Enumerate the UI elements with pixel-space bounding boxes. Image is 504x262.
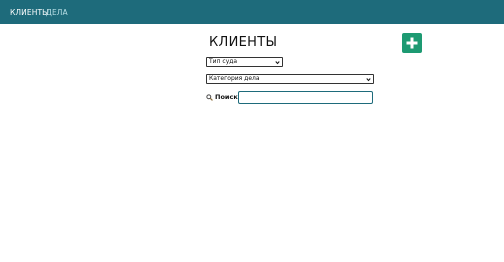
- court-type-select[interactable]: Тип суда: [206, 57, 283, 67]
- chevron-down-icon: [366, 78, 371, 82]
- chevron-down-icon: [275, 61, 280, 65]
- nav-item-clients[interactable]: КЛИЕНТЫ: [10, 8, 49, 17]
- search-icon: [206, 94, 213, 101]
- search-input[interactable]: [238, 91, 373, 104]
- plus-icon: [406, 37, 418, 49]
- top-navbar: КЛИЕНТЫ ДЕЛА: [0, 0, 504, 24]
- court-type-select-value: Тип суда: [209, 58, 238, 65]
- nav-item-cases[interactable]: ДЕЛА: [46, 8, 68, 17]
- page-title: КЛИЕНТЫ: [209, 35, 278, 50]
- case-category-select[interactable]: Категория дела: [206, 74, 374, 84]
- search-label: Поиск:: [215, 93, 241, 101]
- case-category-select-value: Категория дела: [209, 75, 260, 82]
- add-client-button[interactable]: [402, 33, 422, 53]
